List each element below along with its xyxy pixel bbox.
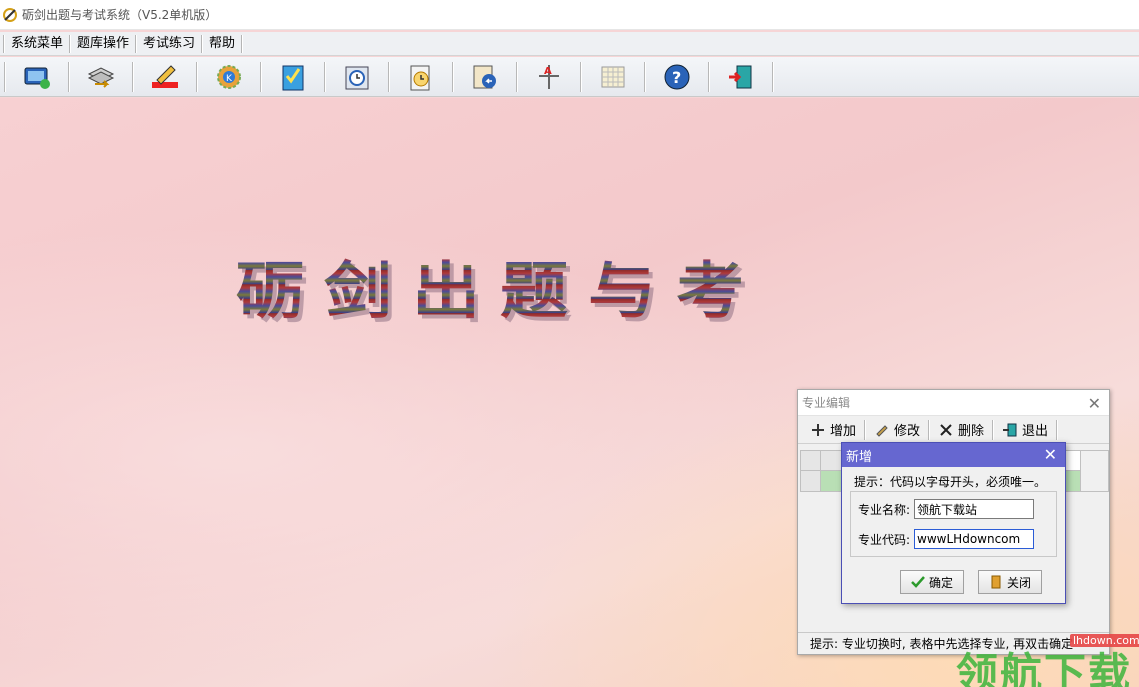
toolbar-separator <box>324 61 326 92</box>
svg-text:?: ? <box>672 68 681 87</box>
table-scroll-area <box>1081 450 1109 492</box>
confirm-button-label: 确定 <box>928 575 953 590</box>
monitor-icon <box>24 67 50 89</box>
delete-button-label: 删除 <box>958 424 985 439</box>
toolbar-button-structure[interactable]: A <box>522 59 576 95</box>
toolbar-separator <box>452 61 454 92</box>
back-clock-icon <box>473 65 496 88</box>
exit-door-icon <box>729 65 752 88</box>
banner-title: 砺剑出题与考 <box>236 241 764 330</box>
menu-help[interactable]: 帮助 <box>203 34 241 54</box>
major-name-label: 专业名称: <box>858 502 911 517</box>
toolbar-separator <box>516 61 518 92</box>
table-cell-selected[interactable] <box>821 471 843 491</box>
toolbar-button-database[interactable] <box>74 59 128 95</box>
toolbar-separator <box>1056 419 1059 440</box>
menu-separator <box>241 34 244 53</box>
toolbar-separator <box>580 61 582 92</box>
add-major-dialog: 新增 ✕ 提示：代码以字母开头，必须唯一。 专业名称: 专业代码: 确定 关闭 <box>841 442 1066 604</box>
edit-button-label: 修改 <box>894 424 921 439</box>
title-bar: 砺剑出题与考试系统（V5.2单机版） <box>0 0 1139 30</box>
menu-bar: 系统菜单 题库操作 考试练习 帮助 <box>0 32 1139 56</box>
major-name-row: 专业名称: <box>850 499 1035 519</box>
grid-sheet-icon <box>601 66 625 87</box>
confirm-button[interactable]: 确定 <box>900 570 964 594</box>
major-code-input[interactable] <box>914 529 1035 549</box>
toolbar-separator <box>708 61 710 92</box>
table-header-cell <box>821 451 843 470</box>
menu-system[interactable]: 系统菜单 <box>5 34 69 54</box>
calendar-clock-icon <box>345 66 369 89</box>
row-indicator-cell <box>801 471 821 491</box>
database-transfer-icon <box>87 66 115 88</box>
app-icon <box>2 7 18 23</box>
window-title: 砺剑出题与考试系统（V5.2单机版） <box>22 8 218 22</box>
major-code-label: 专业代码: <box>858 532 911 547</box>
delete-icon <box>938 422 954 438</box>
document-clock-icon <box>410 65 430 90</box>
add-button-label: 增加 <box>830 424 857 439</box>
toolbar-button-edit[interactable] <box>138 59 192 95</box>
edit-button[interactable]: 修改 <box>866 418 928 442</box>
main-toolbar: K A ? <box>0 57 1139 97</box>
toolbar-separator <box>68 61 70 92</box>
check-icon <box>911 575 925 589</box>
toolbar-separator <box>388 61 390 92</box>
toolbar-separator <box>260 61 262 92</box>
close-icon[interactable]: ✕ <box>1044 445 1057 464</box>
major-edit-dialog-title: 专业编辑 <box>798 390 1109 416</box>
toolbar-button-schedule[interactable] <box>330 59 384 95</box>
exit-button[interactable]: 退出 <box>994 418 1056 442</box>
menu-exam-practice[interactable]: 考试练习 <box>137 34 201 54</box>
toolbar-button-review[interactable] <box>458 59 512 95</box>
toolbar-button-settings[interactable]: K <box>202 59 256 95</box>
watermark-text: 领航下载 <box>956 649 1133 687</box>
close-icon[interactable]: ✕ <box>1088 394 1101 413</box>
toolbar-button-exit[interactable] <box>714 59 768 95</box>
door-icon <box>989 575 1003 589</box>
svg-text:A: A <box>544 66 552 77</box>
menu-question-bank[interactable]: 题库操作 <box>71 34 135 54</box>
toolbar-separator <box>644 61 646 92</box>
toolbar-button-monitor[interactable] <box>10 59 64 95</box>
major-edit-toolbar: 增加 修改 删除 退出 <box>798 416 1109 444</box>
tree-a-icon: A <box>539 64 559 89</box>
add-icon <box>810 422 826 438</box>
hint-text: 提示：代码以字母开头，必须唯一。 <box>854 475 1047 489</box>
toolbar-separator <box>4 61 6 92</box>
add-button[interactable]: 增加 <box>802 418 864 442</box>
major-name-input[interactable] <box>914 499 1035 519</box>
toolbar-button-timer[interactable] <box>394 59 448 95</box>
pencil-edit-icon <box>152 64 178 88</box>
help-icon: ? <box>664 64 690 89</box>
toolbar-button-grid[interactable] <box>586 59 640 95</box>
settings-k-icon: K <box>217 64 241 89</box>
edit-icon <box>874 422 890 438</box>
toolbar-separator <box>772 61 774 92</box>
delete-button[interactable]: 删除 <box>930 418 992 442</box>
add-major-dialog-title: 新增 <box>842 443 1065 467</box>
toolbar-button-help[interactable]: ? <box>650 59 704 95</box>
toolbar-separator <box>132 61 134 92</box>
toolbar-separator <box>196 61 198 92</box>
close-button-label: 关闭 <box>1006 575 1031 590</box>
exit-button-label: 退出 <box>1022 424 1049 439</box>
close-button[interactable]: 关闭 <box>978 570 1042 594</box>
major-code-row: 专业代码: <box>850 529 1035 549</box>
checklist-icon <box>282 65 304 90</box>
table-corner-cell <box>801 451 821 470</box>
exit-door-icon <box>1002 422 1018 438</box>
toolbar-button-checklist[interactable] <box>266 59 320 95</box>
